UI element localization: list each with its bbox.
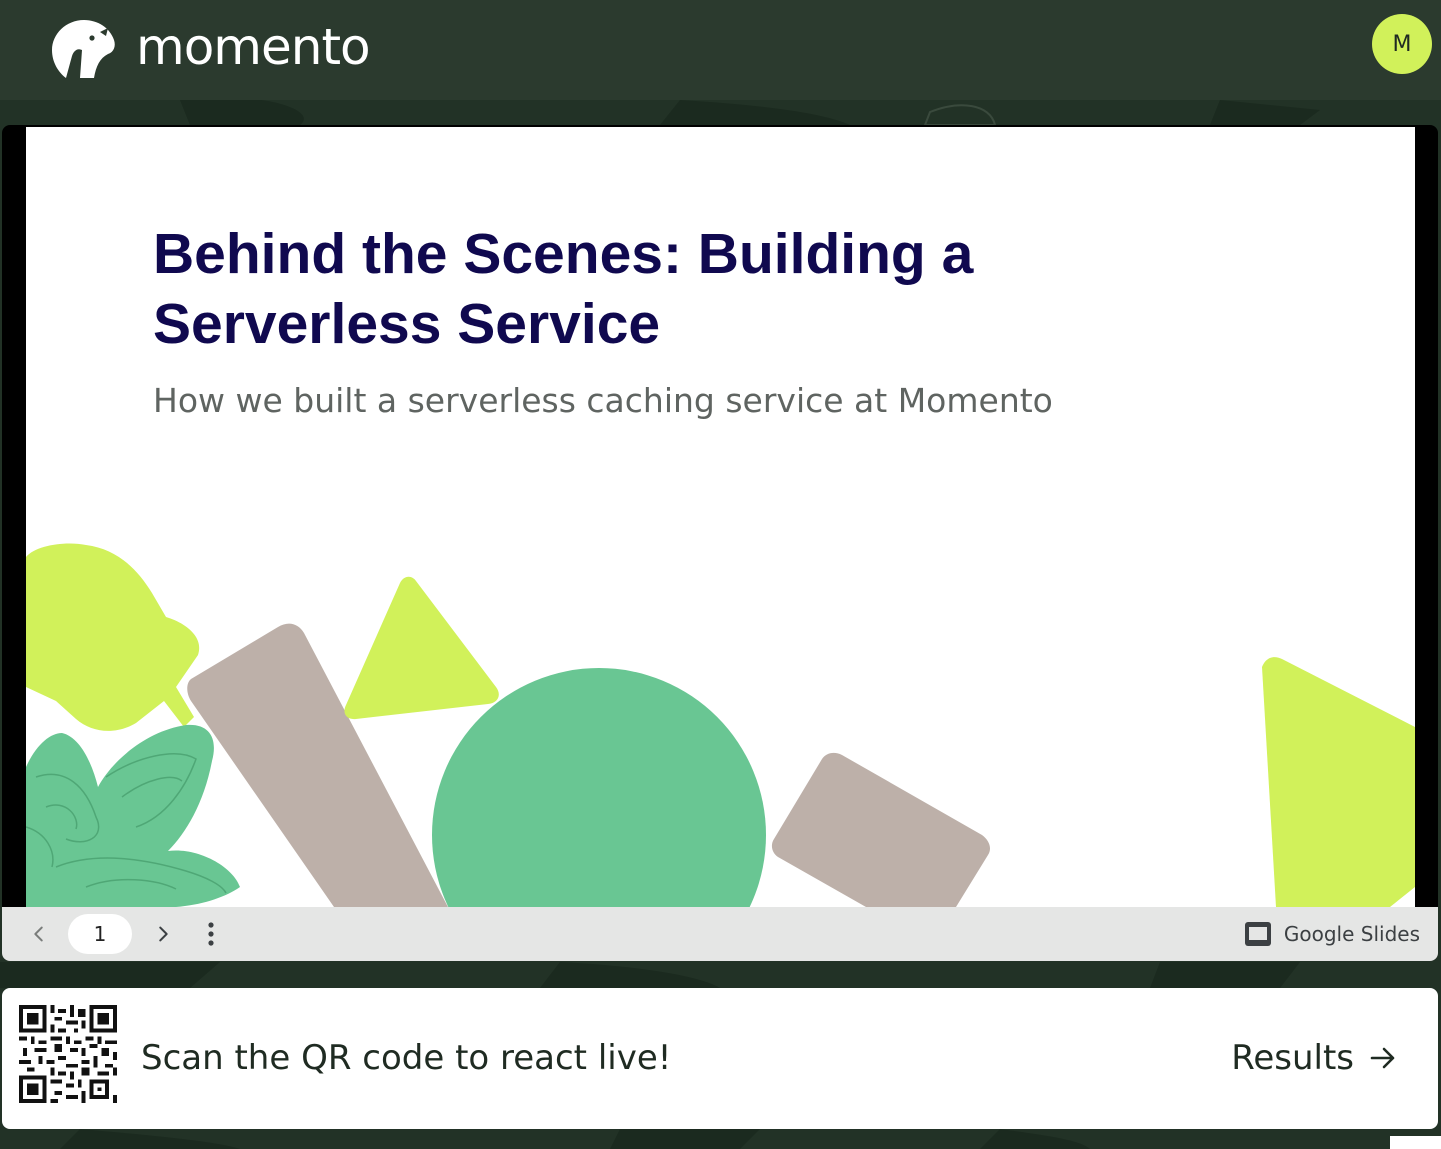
google-slides-label: Google Slides (1283, 922, 1420, 946)
user-avatar[interactable]: M (1372, 14, 1432, 74)
momento-logo[interactable]: momento (50, 18, 371, 80)
slides-embed: Behind the Scenes: Building a Serverless… (2, 125, 1438, 961)
chevron-left-icon (34, 926, 43, 942)
results-label: Results (1231, 1038, 1354, 1078)
more-vertical-icon (208, 922, 214, 946)
results-button[interactable]: Results (1231, 1036, 1398, 1080)
momento-logo-icon (52, 20, 115, 78)
arrow-right-icon (1370, 1047, 1395, 1069)
previous-slide-button[interactable] (20, 915, 58, 953)
top-header: momento M (0, 0, 1441, 100)
app-window: momento M Behind the Scenes: Building a … (0, 0, 1441, 1149)
brand-name: momento (136, 18, 371, 76)
qr-prompt: Scan the QR code to react live! (141, 1038, 672, 1078)
more-options-button[interactable] (192, 915, 230, 953)
slides-controls-bar: 1 Google Slides (2, 907, 1438, 961)
google-slides-link[interactable]: Google Slides (1244, 917, 1420, 951)
slide-title: Behind the Scenes: Building a Serverless… (153, 222, 974, 356)
slide-page-number[interactable]: 1 (68, 914, 132, 954)
google-slides-icon (1244, 922, 1271, 946)
slide-subtitle: How we built a serverless caching servic… (153, 381, 1053, 420)
slide-canvas[interactable]: Behind the Scenes: Building a Serverless… (26, 127, 1415, 907)
chevron-right-icon (159, 926, 168, 942)
live-reaction-bar: Scan the QR code to react live! Results (2, 988, 1438, 1129)
qr-code[interactable] (19, 1005, 117, 1103)
next-slide-button[interactable] (144, 915, 182, 953)
avatar-initial: M (1392, 31, 1412, 57)
